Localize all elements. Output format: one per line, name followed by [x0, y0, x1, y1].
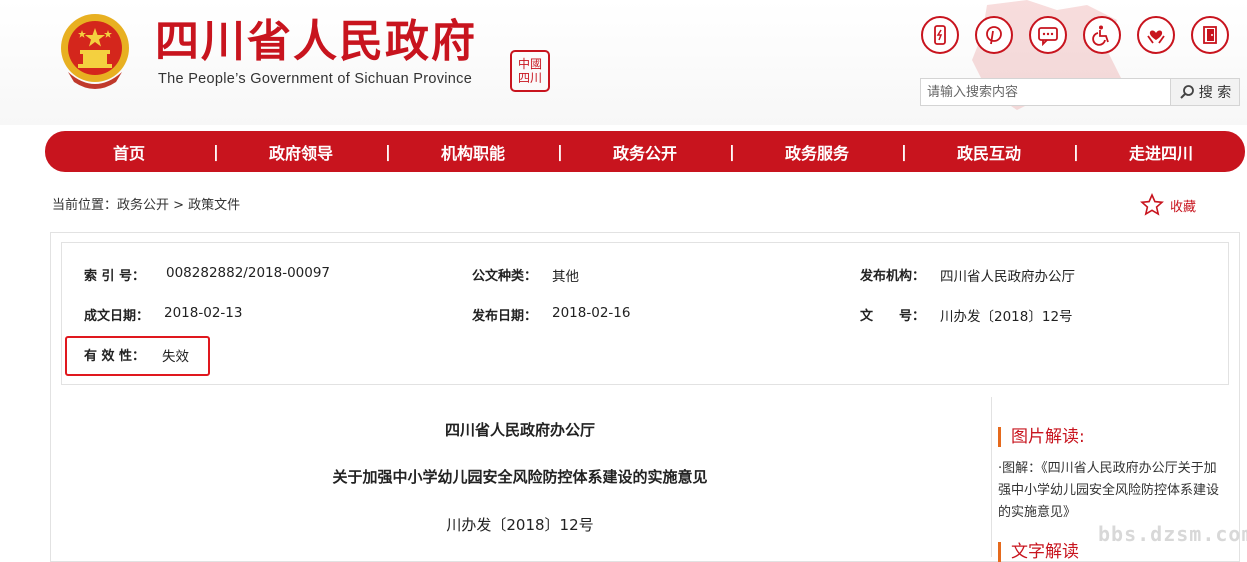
site-title: 四川省人民政府	[155, 16, 477, 67]
nav-interaction[interactable]: 政民互动	[905, 140, 1073, 164]
category-label: 公文种类：	[472, 269, 538, 284]
issuer-label: 发布机构：	[860, 269, 926, 284]
article-doc-number: 川办发〔2018〕12号	[446, 516, 594, 534]
created-date-value: 2018-02-13	[164, 305, 243, 321]
sidebar-divider	[991, 397, 992, 557]
watermark-text: bbs.dzsm.com	[1098, 522, 1247, 546]
search-input[interactable]	[921, 79, 1170, 105]
message-icon[interactable]	[1029, 16, 1067, 54]
bookmark-label: 收藏	[1170, 199, 1197, 215]
validity-highlight-box	[65, 336, 210, 376]
search-icon	[1180, 85, 1194, 99]
main-nav: 首页 | 政府领导 | 机构职能 | 政务公开 | 政务服务 | 政民互动 | …	[45, 131, 1245, 172]
search-button[interactable]: 搜 索	[1170, 79, 1239, 105]
search-box: 搜 索	[920, 78, 1240, 106]
article-issuer: 四川省人民政府办公厅	[444, 421, 595, 439]
created-date-label: 成文日期：	[84, 309, 150, 324]
index-label: 索 引 号：	[84, 269, 146, 284]
category-value: 其他	[552, 269, 579, 285]
wheelchair-icon[interactable]	[1083, 16, 1121, 54]
nav-about-sichuan[interactable]: 走进四川	[1077, 140, 1245, 164]
phone-icon[interactable]	[921, 16, 959, 54]
bookmark-button[interactable]: 收藏	[1140, 193, 1196, 217]
doc-number-label: 文 号：	[860, 309, 926, 324]
exit-icon[interactable]	[1191, 16, 1229, 54]
pinterest-icon[interactable]	[975, 16, 1013, 54]
seal-logo: 中國 四川	[510, 50, 550, 92]
nav-home[interactable]: 首页	[45, 140, 213, 164]
nav-institutions[interactable]: 机构职能	[389, 140, 557, 164]
published-date-label: 发布日期：	[472, 309, 538, 324]
doc-number-value: 川办发〔2018〕12号	[940, 309, 1073, 325]
toolbar	[921, 16, 1229, 54]
sidebar-heading-text: 文字解读	[998, 542, 1079, 562]
nav-government-services[interactable]: 政务服务	[733, 140, 901, 164]
site-header: 四川省人民政府 The People’s Government of Sichu…	[0, 0, 1247, 125]
star-icon	[1140, 193, 1164, 216]
nav-government-leaders[interactable]: 政府领导	[217, 140, 385, 164]
hands-heart-icon[interactable]	[1137, 16, 1175, 54]
national-emblem-icon	[61, 14, 129, 89]
sidebar-link-picture-interpretation[interactable]: ·图解：《四川省人民政府办公厅关于加强中小学幼儿园安全风险防控体系建设的实施意见…	[998, 458, 1220, 524]
site-subtitle: The People’s Government of Sichuan Provi…	[158, 71, 473, 87]
index-value: 008282882/2018-00097	[166, 265, 331, 281]
article-title: 关于加强中小学幼儿园安全风险防控体系建设的实施意见	[332, 468, 708, 486]
nav-government-affairs[interactable]: 政务公开	[561, 140, 729, 164]
search-button-label: 搜 索	[1198, 85, 1232, 101]
breadcrumb: 当前位置：政务公开 > 政策文件	[52, 198, 241, 213]
issuer-value: 四川省人民政府办公厅	[940, 269, 1075, 285]
published-date-value: 2018-02-16	[552, 305, 631, 321]
sidebar-heading-picture: 图片解读:	[998, 427, 1085, 447]
